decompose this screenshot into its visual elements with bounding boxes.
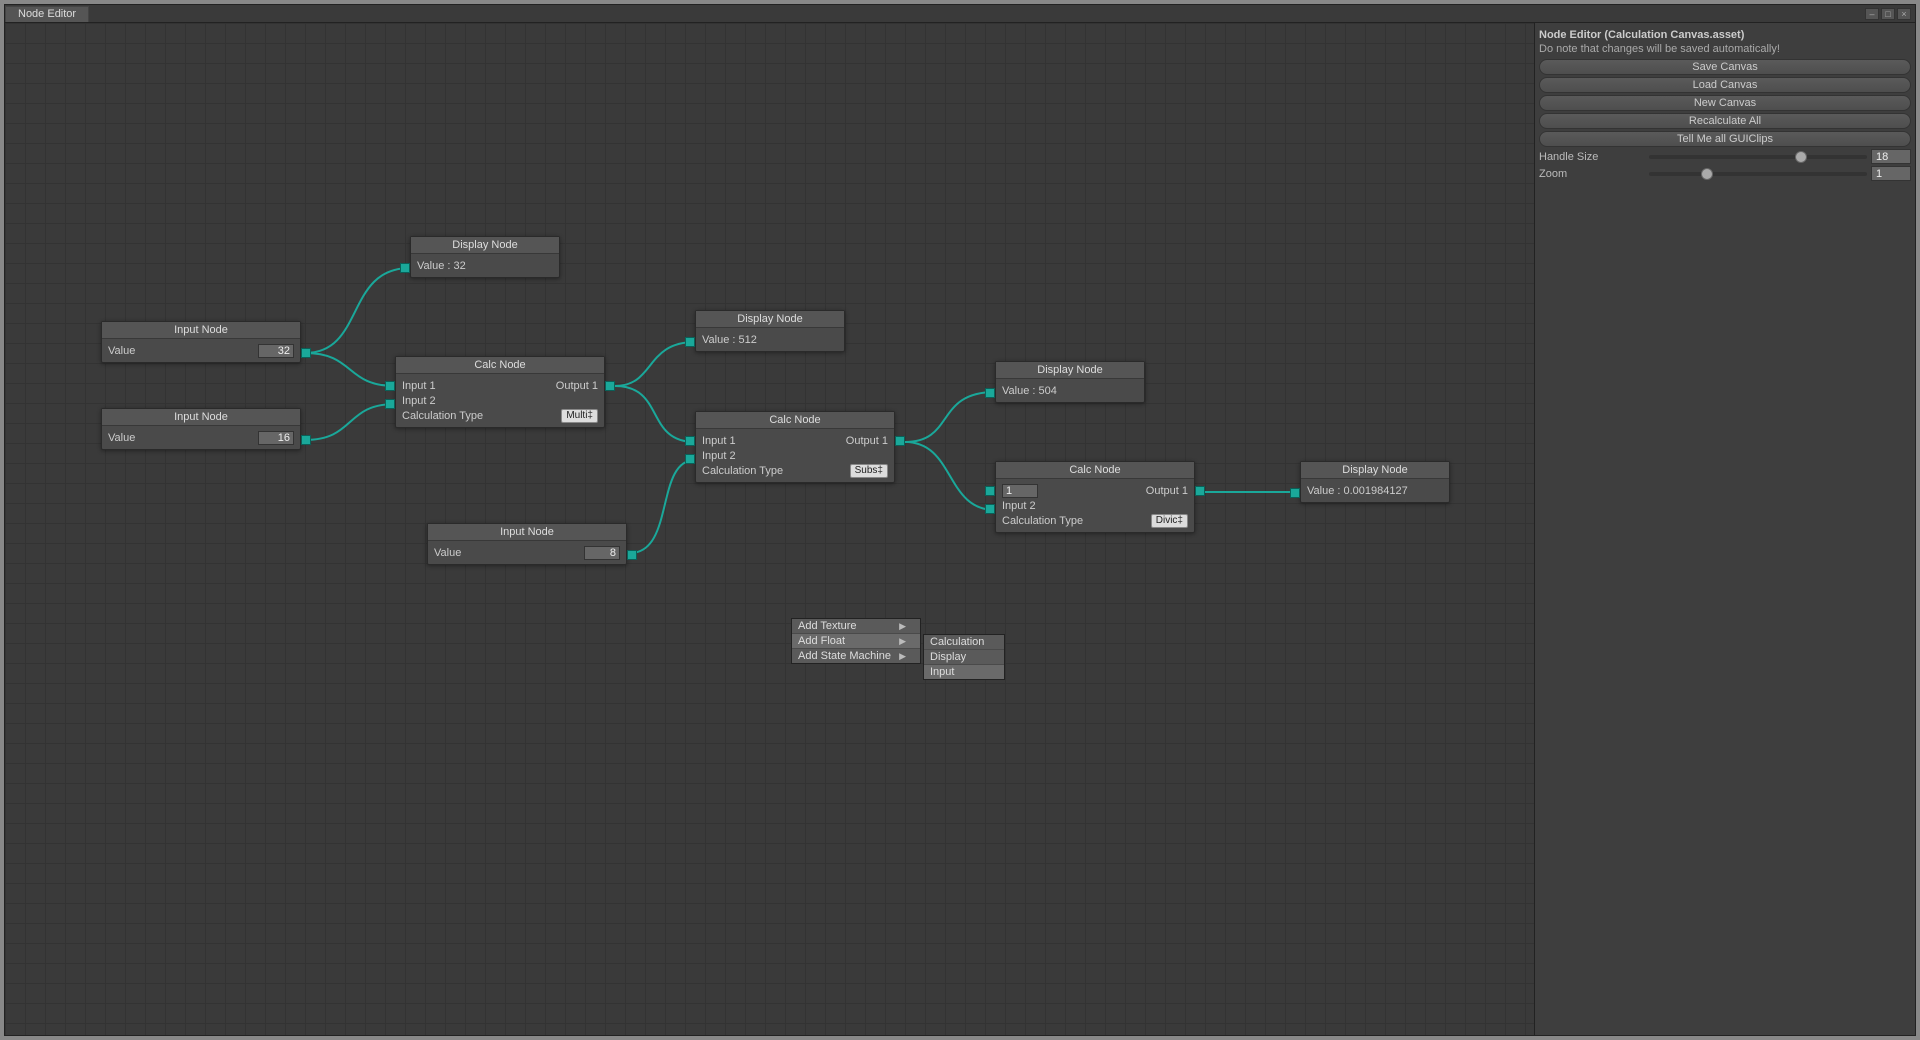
display-node-3[interactable]: Display Node Value : 504 (995, 361, 1145, 403)
tab-node-editor[interactable]: Node Editor (5, 6, 89, 22)
zoom-field[interactable] (1871, 166, 1911, 181)
connection-wires (5, 23, 1534, 1035)
node-title: Display Node (696, 311, 844, 328)
output-label: Output 1 (556, 380, 598, 392)
display-node-1[interactable]: Display Node Value : 32 (410, 236, 560, 278)
node-title: Calc Node (696, 412, 894, 429)
port-in1[interactable] (385, 381, 395, 391)
port-in2[interactable] (685, 454, 695, 464)
value-input[interactable] (258, 431, 294, 445)
new-canvas-button[interactable]: New Canvas (1539, 95, 1911, 111)
close-button[interactable]: × (1897, 8, 1911, 20)
value-label: Value (108, 432, 258, 444)
tell-me-guiclips-button[interactable]: Tell Me all GUIClips (1539, 131, 1911, 147)
node-title: Input Node (428, 524, 626, 541)
menu-add-float[interactable]: Add Float▶ (792, 634, 920, 649)
calctype-label: Calculation Type (1002, 515, 1151, 527)
handle-size-slider[interactable] (1649, 155, 1867, 159)
input1-value[interactable] (1002, 484, 1038, 498)
calctype-label: Calculation Type (402, 410, 561, 422)
port-out[interactable] (1195, 486, 1205, 496)
display-node-2[interactable]: Display Node Value : 512 (695, 310, 845, 352)
output-label: Output 1 (1146, 485, 1188, 497)
port-in2[interactable] (985, 504, 995, 514)
value-input[interactable] (584, 546, 620, 560)
node-title: Calc Node (396, 357, 604, 374)
node-title: Calc Node (996, 462, 1194, 479)
handle-size-label: Handle Size (1539, 151, 1649, 163)
minimize-button[interactable]: – (1865, 8, 1879, 20)
calctype-dropdown[interactable]: Subs‡ (850, 464, 888, 478)
input-node-3[interactable]: Input Node Value (427, 523, 627, 565)
input2-label: Input 2 (702, 450, 888, 462)
save-canvas-button[interactable]: Save Canvas (1539, 59, 1911, 75)
input1-label: Input 1 (402, 380, 556, 392)
calc-node-1[interactable]: Calc Node Input 1Output 1 Input 2 Calcul… (395, 356, 605, 428)
sidebar-note: Do note that changes will be saved autom… (1539, 43, 1911, 59)
handle-size-field[interactable] (1871, 149, 1911, 164)
port-out[interactable] (895, 436, 905, 446)
submenu-display[interactable]: Display (924, 650, 1004, 665)
display-value: Value : 32 (417, 260, 553, 272)
port-in1[interactable] (985, 486, 995, 496)
node-title: Input Node (102, 322, 300, 339)
recalculate-all-button[interactable]: Recalculate All (1539, 113, 1911, 129)
node-title: Input Node (102, 409, 300, 426)
calctype-dropdown[interactable]: Multi‡ (561, 409, 598, 423)
calctype-label: Calculation Type (702, 465, 850, 477)
port-out[interactable] (301, 435, 311, 445)
node-title: Display Node (996, 362, 1144, 379)
load-canvas-button[interactable]: Load Canvas (1539, 77, 1911, 93)
port-in[interactable] (400, 263, 410, 273)
display-value: Value : 512 (702, 334, 838, 346)
submenu-input[interactable]: Input (924, 665, 1004, 679)
port-out[interactable] (627, 550, 637, 560)
maximize-button[interactable]: □ (1881, 8, 1895, 20)
calc-node-2[interactable]: Calc Node Input 1Output 1 Input 2 Calcul… (695, 411, 895, 483)
value-input[interactable] (258, 344, 294, 358)
submenu-calculation[interactable]: Calculation (924, 635, 1004, 650)
calc-node-3[interactable]: Calc Node Output 1 Input 2 Calculation T… (995, 461, 1195, 533)
input2-label: Input 2 (1002, 500, 1188, 512)
context-menu: Add Texture▶ Add Float▶ Add State Machin… (791, 618, 921, 664)
node-title: Display Node (411, 237, 559, 254)
zoom-label: Zoom (1539, 168, 1649, 180)
node-title: Display Node (1301, 462, 1449, 479)
port-in1[interactable] (685, 436, 695, 446)
chevron-right-icon: ▶ (899, 651, 906, 662)
editor-window: Node Editor – □ × Display Node Valu (4, 4, 1916, 1036)
input-node-1[interactable]: Input Node Value (101, 321, 301, 363)
window-buttons: – □ × (1865, 8, 1915, 20)
port-in[interactable] (985, 388, 995, 398)
sidebar: Node Editor (Calculation Canvas.asset) D… (1535, 23, 1915, 1035)
input2-label: Input 2 (402, 395, 598, 407)
zoom-slider[interactable] (1649, 172, 1867, 176)
menu-add-state-machine[interactable]: Add State Machine▶ (792, 649, 920, 663)
input-node-2[interactable]: Input Node Value (101, 408, 301, 450)
port-in2[interactable] (385, 399, 395, 409)
display-node-4[interactable]: Display Node Value : 0.001984127 (1300, 461, 1450, 503)
port-in[interactable] (1290, 488, 1300, 498)
value-label: Value (108, 345, 258, 357)
node-canvas[interactable]: Display Node Value : 32 Input Node Value… (5, 23, 1535, 1035)
calctype-dropdown[interactable]: Divic‡ (1151, 514, 1188, 528)
display-value: Value : 504 (1002, 385, 1138, 397)
chevron-right-icon: ▶ (899, 621, 906, 632)
port-in[interactable] (685, 337, 695, 347)
value-label: Value (434, 547, 584, 559)
menu-add-texture[interactable]: Add Texture▶ (792, 619, 920, 634)
port-out[interactable] (301, 348, 311, 358)
titlebar: Node Editor – □ × (5, 5, 1915, 23)
display-value: Value : 0.001984127 (1307, 485, 1443, 497)
input1-label: Input 1 (702, 435, 846, 447)
context-submenu: Calculation Display Input (923, 634, 1005, 680)
sidebar-title: Node Editor (Calculation Canvas.asset) (1539, 27, 1911, 43)
output-label: Output 1 (846, 435, 888, 447)
port-out[interactable] (605, 381, 615, 391)
chevron-right-icon: ▶ (899, 636, 906, 647)
